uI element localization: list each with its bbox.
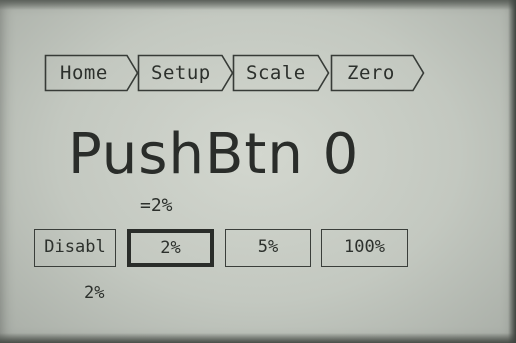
lcd-screen: Home Setup Scale Zero PushBtn 0 =2% Disa… — [0, 0, 516, 343]
breadcrumb-label-setup: Setup — [151, 62, 211, 84]
breadcrumb-item-scale[interactable]: Scale — [232, 54, 331, 92]
current-value-readout: =2% — [140, 195, 173, 216]
breadcrumb: Home Setup Scale Zero — [0, 0, 516, 100]
page-title: PushBtn 0 — [68, 122, 360, 187]
breadcrumb-label-home: Home — [60, 62, 108, 84]
option-button-disable[interactable]: Disabl — [34, 229, 116, 267]
option-button-2-percent[interactable]: 2% — [127, 229, 214, 267]
breadcrumb-label-zero: Zero — [347, 62, 395, 84]
status-value: 2% — [84, 283, 105, 303]
option-button-5-percent[interactable]: 5% — [225, 229, 311, 267]
breadcrumb-label-scale: Scale — [246, 62, 306, 84]
breadcrumb-item-home[interactable]: Home — [44, 54, 140, 92]
breadcrumb-item-zero[interactable]: Zero — [330, 54, 426, 92]
breadcrumb-item-setup[interactable]: Setup — [137, 54, 235, 92]
bezel-bottom-edge — [0, 333, 516, 343]
option-button-100-percent[interactable]: 100% — [321, 229, 408, 267]
